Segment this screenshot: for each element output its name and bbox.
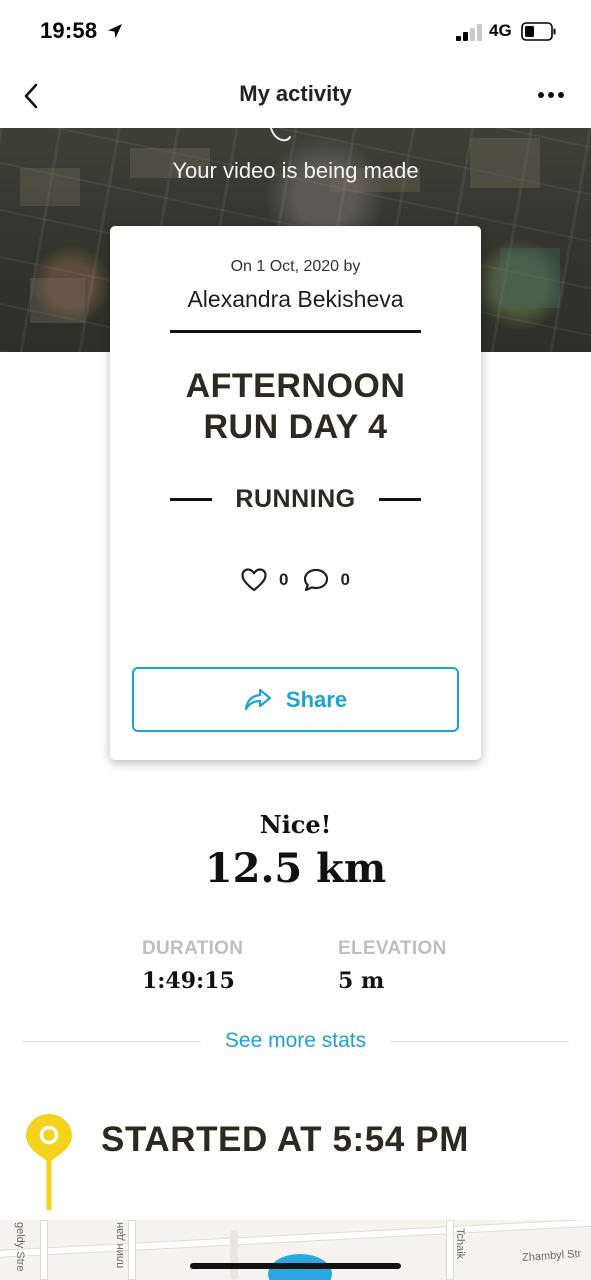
signal-bars-icon bbox=[456, 24, 482, 41]
activity-type: RUNNING bbox=[235, 484, 356, 513]
street-label: geldy Stre bbox=[14, 1222, 26, 1272]
video-progress-icon bbox=[270, 128, 291, 142]
more-options-button[interactable] bbox=[531, 78, 571, 112]
activity-title: AFTERNOON RUN DAY 4 bbox=[110, 366, 481, 448]
start-pin-icon bbox=[26, 1114, 72, 1210]
elevation-value: 5 m bbox=[338, 968, 385, 994]
comment-bubble-icon bbox=[303, 568, 328, 592]
street-label: Zhambyl Str bbox=[521, 1247, 582, 1265]
social-stats: 0 0 bbox=[110, 566, 481, 594]
activity-date: On 1 Oct, 2020 by bbox=[230, 258, 361, 275]
duration-label: DURATION bbox=[142, 938, 244, 959]
route-map[interactable]: geldy Stre плин дан Tchaik Zhambyl Str bbox=[0, 1220, 591, 1280]
divider bbox=[390, 1040, 570, 1042]
like-count: 0 bbox=[279, 570, 289, 589]
battery-icon bbox=[521, 22, 556, 41]
activity-title-line2: RUN DAY 4 bbox=[203, 408, 388, 446]
comment-button[interactable]: 0 bbox=[303, 568, 350, 592]
divider bbox=[170, 497, 212, 501]
comment-count: 0 bbox=[340, 570, 350, 589]
more-stats-row: See more stats bbox=[22, 1025, 570, 1057]
home-indicator[interactable] bbox=[190, 1263, 401, 1269]
network-type: 4G bbox=[489, 21, 512, 40]
share-label: Share bbox=[285, 686, 348, 712]
kudos-message: Nice! bbox=[259, 810, 332, 839]
like-button[interactable]: 0 bbox=[241, 568, 289, 592]
status-bar: 19:58 4G bbox=[0, 0, 591, 64]
duration-stat: DURATION 1:49:15 bbox=[142, 938, 243, 994]
share-button[interactable]: Share bbox=[132, 667, 459, 732]
share-arrow-icon bbox=[244, 688, 272, 710]
divider bbox=[22, 1040, 201, 1042]
street-label: Tchaik bbox=[454, 1228, 466, 1260]
page-title: My activity bbox=[239, 81, 352, 106]
see-more-stats-link[interactable]: See more stats bbox=[225, 1029, 366, 1053]
start-time-heading: STARTED AT 5:54 PM bbox=[101, 1120, 469, 1159]
more-horizontal-icon bbox=[538, 92, 564, 98]
athlete-name[interactable]: Alexandra Bekisheva bbox=[110, 286, 481, 313]
distance-value: 12.5 km bbox=[204, 845, 387, 892]
nav-bar: My activity bbox=[0, 64, 591, 128]
divider bbox=[170, 330, 421, 333]
location-arrow-icon bbox=[108, 24, 122, 38]
elevation-stat: ELEVATION 5 m bbox=[338, 938, 447, 994]
heart-icon bbox=[241, 568, 267, 592]
activity-card: On 1 Oct, 2020 by Alexandra Bekisheva AF… bbox=[110, 226, 481, 760]
activity-title-line1: AFTERNOON bbox=[185, 367, 406, 405]
street-label: плин дан bbox=[114, 1222, 126, 1269]
video-status-message: Your video is being made bbox=[172, 158, 419, 183]
divider bbox=[378, 497, 421, 501]
elevation-label: ELEVATION bbox=[338, 938, 447, 959]
activity-type-row: RUNNING bbox=[170, 484, 421, 514]
status-time: 19:58 bbox=[40, 18, 98, 43]
duration-value: 1:49:15 bbox=[142, 968, 235, 994]
